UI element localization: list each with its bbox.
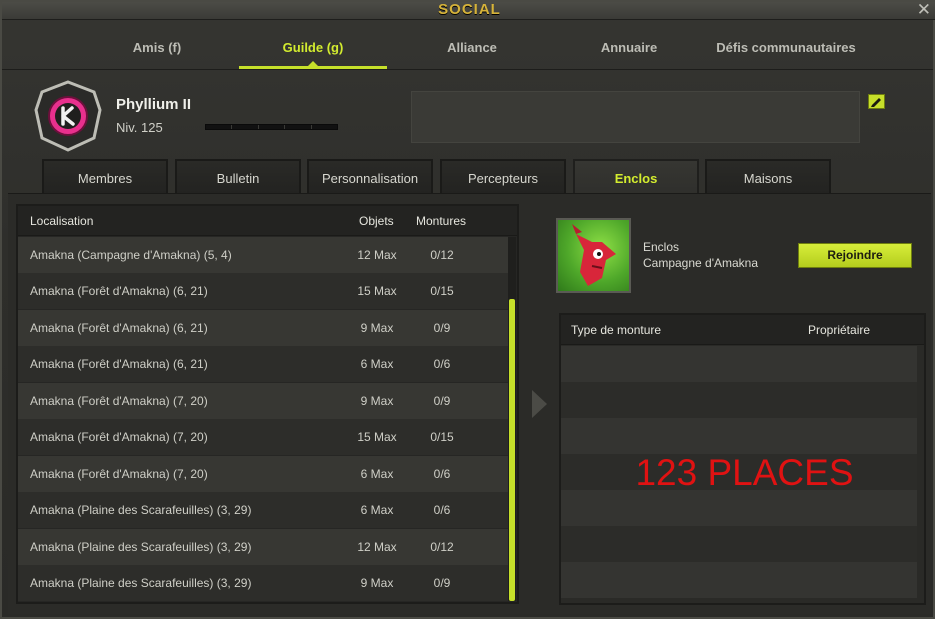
row-mounts: 0/9 bbox=[433, 576, 451, 590]
guild-emblem bbox=[32, 80, 104, 152]
list-item bbox=[561, 526, 917, 562]
table-row[interactable]: Amakna (Forêt d'Amakna) (6, 21) 9 Max 0/9 bbox=[18, 310, 508, 346]
table-row[interactable]: Amakna (Plaine des Scarafeuilles) (3, 29… bbox=[18, 529, 508, 565]
row-objects: 15 Max bbox=[357, 284, 397, 298]
tab-label: Alliance bbox=[447, 40, 497, 55]
row-objects: 9 Max bbox=[360, 394, 394, 408]
table-row[interactable]: Amakna (Plaine des Scarafeuilles) (3, 29… bbox=[18, 492, 508, 528]
edit-button[interactable] bbox=[868, 94, 885, 109]
join-button[interactable]: Rejoindre bbox=[798, 243, 912, 268]
row-location: Amakna (Forêt d'Amakna) (6, 21) bbox=[30, 357, 208, 371]
list-item bbox=[561, 346, 917, 382]
table-row[interactable]: Amakna (Campagne d'Amakna) (5, 4) 12 Max 0… bbox=[18, 237, 508, 273]
list-item bbox=[561, 562, 917, 598]
mount-list: Type de monture Propriétaire 123 PLACES bbox=[559, 313, 926, 605]
column-mount-type[interactable]: Type de monture bbox=[571, 323, 661, 337]
tab-guild[interactable]: Guilde (g) bbox=[239, 30, 387, 70]
row-location: Amakna (Forêt d'Amakna) (6, 21) bbox=[30, 321, 208, 335]
list-header: Localisation Objets Montures bbox=[18, 206, 517, 236]
guild-level: Niv. 125 bbox=[116, 120, 163, 135]
row-location: Amakna (Forêt d'Amakna) (7, 20) bbox=[30, 430, 208, 444]
row-objects: 15 Max bbox=[357, 430, 397, 444]
row-objects: 6 Max bbox=[360, 503, 394, 517]
row-mounts: 0/12 bbox=[430, 540, 454, 554]
paddock-list: Localisation Objets Montures Amakna (Cam… bbox=[16, 204, 519, 604]
row-mounts: 0/9 bbox=[433, 321, 451, 335]
xp-progress-bar bbox=[205, 124, 338, 130]
guild-message-box bbox=[411, 91, 860, 143]
row-mounts: 0/9 bbox=[433, 394, 451, 408]
list-item bbox=[561, 418, 917, 454]
mount-thumbnail bbox=[556, 218, 631, 293]
table-row[interactable]: Amakna (Plaine des Scarafeuilles) (3, 29… bbox=[18, 565, 508, 601]
row-location: Amakna (Campagne d'Amakna) (5, 4) bbox=[30, 248, 232, 262]
tab-friends[interactable]: Amis (f) bbox=[102, 30, 212, 70]
tab-community-challenges[interactable]: Défis communautaires bbox=[712, 30, 860, 70]
dragoturkey-icon bbox=[572, 224, 616, 286]
scrollbar-thumb[interactable] bbox=[509, 299, 515, 601]
column-owner[interactable]: Propriétaire bbox=[808, 323, 870, 337]
column-location[interactable]: Localisation bbox=[30, 214, 93, 228]
row-objects: 12 Max bbox=[357, 540, 397, 554]
row-location: Amakna (Forêt d'Amakna) (7, 20) bbox=[30, 467, 208, 481]
row-location: Amakna (Forêt d'Amakna) (7, 20) bbox=[30, 394, 208, 408]
divider bbox=[2, 69, 933, 70]
pencil-icon bbox=[871, 98, 881, 107]
tab-label: Défis communautaires bbox=[716, 40, 856, 55]
paddock-subtitle: Campagne d'Amakna bbox=[643, 256, 759, 270]
table-row[interactable]: Amakna (Forêt d'Amakna) (6, 21) 6 Max 0/6 bbox=[18, 346, 508, 382]
close-icon[interactable]: ✕ bbox=[917, 0, 931, 20]
arrow-right-icon bbox=[532, 390, 547, 418]
row-objects: 9 Max bbox=[360, 576, 394, 590]
row-mounts: 0/6 bbox=[433, 357, 451, 371]
row-mounts: 0/15 bbox=[430, 284, 454, 298]
tab-houses[interactable]: Maisons bbox=[705, 159, 831, 193]
row-mounts: 0/6 bbox=[433, 503, 451, 517]
row-objects: 9 Max bbox=[360, 321, 394, 335]
table-row[interactable]: Amakna (Forêt d'Amakna) (7, 20) 6 Max 0/6 bbox=[18, 456, 508, 492]
tab-directory[interactable]: Annuaire bbox=[574, 30, 684, 70]
row-mounts: 0/15 bbox=[430, 430, 454, 444]
tab-bulletin[interactable]: Bulletin bbox=[175, 159, 301, 193]
places-overlay-text: 123 PLACES bbox=[635, 452, 854, 493]
row-location: Amakna (Plaine des Scarafeuilles) (3, 29… bbox=[30, 503, 252, 517]
row-objects: 6 Max bbox=[360, 357, 394, 371]
table-row[interactable]: Amakna (Forêt d'Amakna) (6, 21) 15 Max 0/1… bbox=[18, 273, 508, 309]
guild-sub-tabs: Membres Bulletin Personnalisation Percep… bbox=[42, 159, 842, 195]
guild-name: Phyllium II bbox=[116, 96, 192, 113]
row-mounts: 0/12 bbox=[430, 248, 454, 262]
row-location: Amakna (Plaine des Scarafeuilles) (3, 29… bbox=[30, 576, 252, 590]
row-objects: 12 Max bbox=[357, 248, 397, 262]
title-bar: SOCIAL ✕ bbox=[2, 0, 935, 20]
tab-label: Annuaire bbox=[600, 40, 658, 55]
tab-label: Amis (f) bbox=[132, 40, 182, 55]
tab-members[interactable]: Membres bbox=[42, 159, 168, 193]
row-mounts: 0/6 bbox=[433, 467, 451, 481]
column-objects[interactable]: Objets bbox=[359, 214, 394, 228]
tab-alliance[interactable]: Alliance bbox=[422, 30, 522, 70]
active-notch bbox=[308, 61, 318, 66]
table-row[interactable]: Amakna (Forêt d'Amakna) (7, 20) 9 Max 0/9 bbox=[18, 383, 508, 419]
tab-tax-collectors[interactable]: Percepteurs bbox=[440, 159, 566, 193]
list-item bbox=[561, 382, 917, 418]
row-objects: 6 Max bbox=[360, 467, 394, 481]
row-location: Amakna (Forêt d'Amakna) (6, 21) bbox=[30, 284, 208, 298]
tab-customization[interactable]: Personnalisation bbox=[307, 159, 433, 193]
row-location: Amakna (Plaine des Scarafeuilles) (3, 29… bbox=[30, 540, 252, 554]
list-item bbox=[561, 490, 917, 526]
tab-label: Guilde (g) bbox=[282, 40, 344, 55]
social-window: SOCIAL ✕ Amis (f) Guilde (g) Alliance An… bbox=[0, 0, 935, 619]
mount-list-header: Type de monture Propriétaire bbox=[561, 315, 924, 345]
tab-paddocks[interactable]: Enclos bbox=[573, 159, 699, 195]
column-mounts[interactable]: Montures bbox=[416, 214, 466, 228]
top-tabs: Amis (f) Guilde (g) Alliance Annuaire Dé… bbox=[62, 30, 902, 70]
window-title: SOCIAL bbox=[438, 1, 501, 18]
paddock-title: Enclos bbox=[643, 240, 680, 254]
table-row[interactable]: Amakna (Forêt d'Amakna) (7, 20) 15 Max 0/1… bbox=[18, 419, 508, 455]
shield-icon bbox=[34, 80, 102, 152]
